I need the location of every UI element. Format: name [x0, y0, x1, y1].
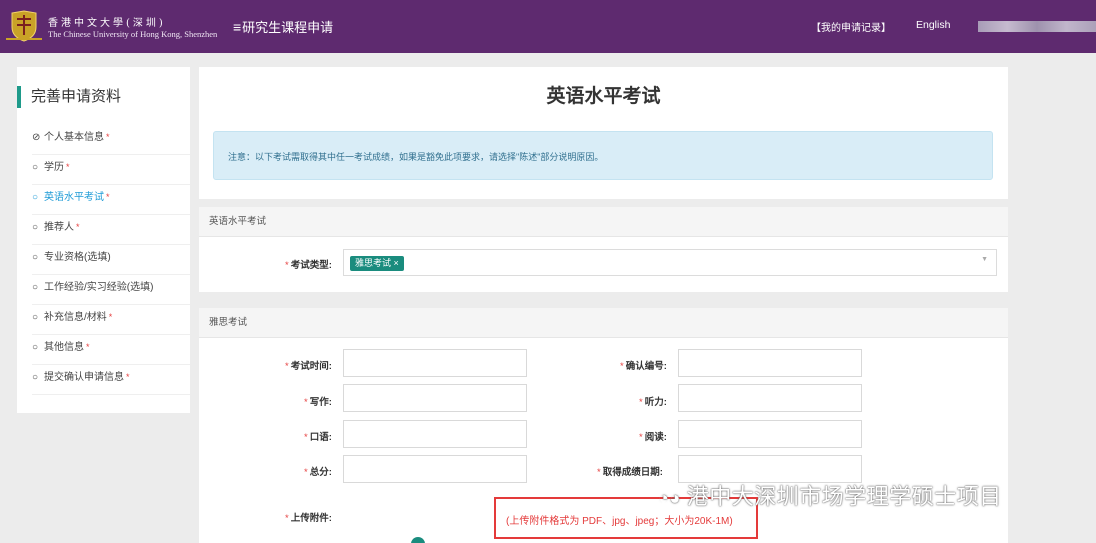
total-label: * 总分: [304, 464, 332, 478]
step-circle-icon: ○ [32, 222, 39, 233]
menu-title-label: 研究生课程申请 [242, 20, 334, 35]
application-steps-sidebar: 完善申请资料 ⊘ 个人基本信息 * ○ 学历 * ○ 英语水平考试 * ○ 推荐人 * ○ 专业资… [17, 67, 190, 413]
sidebar-item-referees[interactable]: ○ 推荐人 * [32, 215, 190, 245]
brand-name-english: The Chinese University of Hong Kong, She… [48, 29, 218, 39]
step-done-icon: ⊘ [32, 132, 41, 143]
required-marker: * [639, 432, 643, 443]
hamburger-icon: ≡ [233, 19, 242, 35]
steps-list: ⊘ 个人基本信息 * ○ 学历 * ○ 英语水平考试 * ○ 推荐人 * ○ 专业资格(选填) ○… [32, 125, 190, 395]
sidebar-item-english-test[interactable]: ○ 英语水平考试 * [32, 185, 190, 215]
reading-label-text: 阅读: [644, 432, 667, 443]
dropdown-caret-icon[interactable]: ▼ [981, 256, 988, 263]
sidebar-item-submit[interactable]: ○ 提交确认申请信息 * [32, 365, 190, 395]
step-circle-icon: ○ [32, 372, 39, 383]
exam-time-label: * 考试时间: [285, 358, 332, 372]
exam-tag-label: 雅思考试 [355, 258, 392, 268]
confirm-no-label: * 确认编号: [620, 358, 667, 372]
sidebar-item-label: 其他信息 [44, 342, 84, 353]
speaking-label: * 口语: [304, 429, 332, 443]
sidebar-item-supplementary[interactable]: ○ 补充信息/材料 * [32, 305, 190, 335]
top-navbar: 香港中文大學(深圳) The Chinese University of Hon… [0, 0, 1096, 53]
required-marker: * [126, 372, 130, 382]
required-marker: * [620, 361, 624, 372]
confirm-no-label-text: 确认编号: [625, 361, 667, 372]
speaking-label-text: 口语: [309, 432, 332, 443]
sidebar-item-other-info[interactable]: ○ 其他信息 * [32, 335, 190, 365]
reading-input[interactable] [678, 420, 862, 448]
total-input[interactable] [343, 455, 527, 483]
english-test-section: 英语水平考试 * 考试类型: 雅思考试 × ▼ [199, 207, 1008, 292]
step-circle-icon: ○ [32, 342, 39, 353]
sidebar-item-personal-info[interactable]: ⊘ 个人基本信息 * [32, 125, 190, 155]
required-marker: * [285, 260, 289, 271]
sidebar-item-label: 工作经验/实习经验(选填) [44, 282, 154, 293]
sidebar-item-label: 学历 [44, 162, 64, 173]
my-applications-link[interactable]: 【我的申请记录】 [811, 19, 891, 34]
required-marker: * [285, 361, 289, 372]
listening-label: * 听力: [639, 394, 667, 408]
step-circle-icon: ○ [32, 282, 39, 293]
reading-label: * 阅读: [639, 429, 667, 443]
step-circle-icon: ○ [32, 312, 39, 323]
speaking-input[interactable] [343, 420, 527, 448]
upload-label: * 上传附件: [285, 510, 332, 524]
upload-label-text: 上传附件: [290, 513, 332, 524]
step-circle-icon: ○ [32, 192, 39, 203]
university-logo-icon [6, 10, 42, 42]
exam-type-label-text: 考试类型: [290, 260, 332, 271]
total-label-text: 总分: [309, 467, 332, 478]
sidebar-item-label: 补充信息/材料 [44, 312, 107, 323]
required-marker: * [106, 192, 110, 202]
required-marker: * [304, 467, 308, 478]
section-heading: 雅思考试 [199, 308, 1008, 338]
language-switch-link[interactable]: English [916, 19, 950, 31]
wechat-icon: ◔◕ [658, 488, 681, 508]
listening-label-text: 听力: [644, 397, 667, 408]
step-circle-icon: ○ [32, 252, 39, 263]
required-marker: * [639, 397, 643, 408]
sidebar-item-education[interactable]: ○ 学历 * [32, 155, 190, 185]
exam-time-input[interactable] [343, 349, 527, 377]
listening-input[interactable] [678, 384, 862, 412]
required-marker: * [66, 162, 70, 172]
page-title: 英语水平考试 [546, 86, 661, 107]
main-menu-button[interactable]: ≡研究生课程申请 [233, 17, 333, 36]
brand-name-chinese: 香港中文大學(深圳) [48, 18, 166, 29]
confirm-no-input[interactable] [678, 349, 862, 377]
writing-label: * 写作: [304, 394, 332, 408]
required-marker: * [304, 432, 308, 443]
score-date-label-text: 取得成绩日期: [602, 467, 663, 478]
sidebar-item-qualifications[interactable]: ○ 专业资格(选填) [32, 245, 190, 275]
writing-label-text: 写作: [309, 397, 332, 408]
page-header-panel: 英语水平考试 注意：以下考试需取得其中任一考试成绩，如果是豁免此项要求，请选择"… [199, 67, 1008, 199]
tag-remove-icon[interactable]: × [394, 258, 399, 268]
exam-type-label: * 考试类型: [285, 257, 332, 271]
sidebar-title: 完善申请资料 [17, 86, 121, 108]
sidebar-item-label: 专业资格(选填) [44, 252, 111, 263]
sidebar-item-label: 英语水平考试 [44, 192, 104, 203]
user-account-redacted[interactable] [978, 21, 1096, 32]
section-heading: 英语水平考试 [199, 207, 1008, 237]
required-marker: * [304, 397, 308, 408]
required-marker: * [285, 513, 289, 524]
sidebar-item-label: 提交确认申请信息 [44, 372, 124, 383]
watermark-text: 港中大深圳市场学理学硕士项目 [686, 484, 1002, 509]
step-circle-icon: ○ [32, 162, 39, 173]
required-marker: * [106, 132, 110, 142]
score-date-label: * 取得成绩日期: [597, 464, 663, 478]
required-marker: * [108, 312, 113, 322]
notice-alert: 注意：以下考试需取得其中任一考试成绩，如果是豁免此项要求，请选择"陈述"部分说明… [213, 131, 993, 180]
writing-input[interactable] [343, 384, 527, 412]
required-marker: * [597, 467, 601, 478]
exam-time-label-text: 考试时间: [290, 361, 332, 372]
sidebar-item-label: 个人基本信息 [44, 132, 104, 143]
exam-type-select[interactable]: 雅思考试 × ▼ [343, 249, 997, 276]
selected-exam-tag: 雅思考试 × [350, 256, 404, 271]
sidebar-item-label: 推荐人 [44, 222, 74, 233]
watermark: ◔◕ 港中大深圳市场学理学硕士项目 [658, 479, 1002, 511]
sidebar-item-work-experience[interactable]: ○ 工作经验/实习经验(选填) [32, 275, 190, 305]
required-marker: * [86, 342, 90, 352]
required-marker: * [76, 222, 80, 232]
